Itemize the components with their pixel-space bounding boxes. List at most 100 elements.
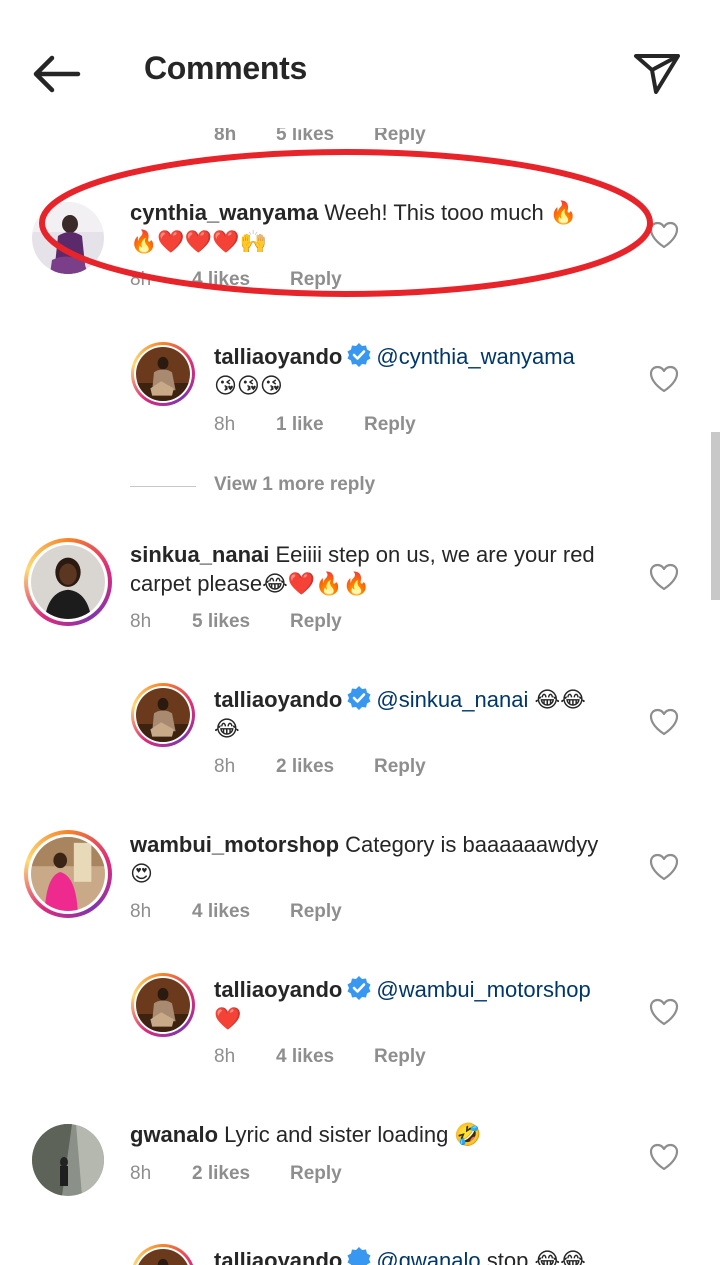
comment-time: 8h <box>214 1046 236 1067</box>
comment: sinkua_nanai Eeiiii step on us, we are y… <box>0 538 720 638</box>
comment-username[interactable]: gwanalo <box>130 1122 218 1147</box>
comment: wambui_motorshop Category is baaaaaawdyy… <box>0 828 720 928</box>
paper-plane-icon <box>634 54 680 94</box>
comment-mention[interactable]: @cynthia_wanyama <box>376 344 574 369</box>
comment: cynthia_wanyama Weeh! This tooo much 🔥 🔥… <box>0 196 720 296</box>
reply-button[interactable]: Reply <box>290 269 342 291</box>
like-button[interactable] <box>648 852 680 882</box>
comment-mention[interactable]: @wambui_motorshop <box>376 977 590 1002</box>
comment-text: Eeiiii step on us, we are your red <box>269 542 595 567</box>
comment-likes[interactable]: 4 likes <box>276 1046 334 1068</box>
comment-time: 8h <box>214 414 236 435</box>
avatar-image <box>32 1124 104 1196</box>
avatar-image <box>32 202 104 274</box>
avatar-image <box>136 1249 190 1265</box>
comment-username[interactable]: sinkua_nanai <box>130 542 269 567</box>
heart-outline-icon <box>649 853 679 881</box>
heart-outline-icon <box>649 1143 679 1171</box>
reply-button[interactable]: Reply <box>364 414 416 436</box>
partial-meta-row: 8h 5 likes Reply <box>0 128 720 148</box>
comment-username[interactable]: wambui_motorshop <box>130 832 339 857</box>
comment-text-line2: ❤️ <box>214 1006 242 1031</box>
verified-badge-icon <box>346 975 372 1001</box>
arrow-left-icon <box>33 55 81 93</box>
comment-username[interactable]: cynthia_wanyama <box>130 200 318 225</box>
avatar[interactable] <box>131 342 195 406</box>
reply-button[interactable]: Reply <box>374 128 426 146</box>
heart-outline-icon <box>649 563 679 591</box>
comment-text: Lyric and sister loading 🤣 <box>218 1122 482 1147</box>
heart-outline-icon <box>649 221 679 249</box>
reply-button[interactable]: Reply <box>290 1163 342 1185</box>
heart-outline-icon <box>649 998 679 1026</box>
divider-line <box>130 486 196 487</box>
avatar[interactable] <box>131 1244 195 1265</box>
comment-likes[interactable]: 4 likes <box>192 269 250 291</box>
avatar-image <box>31 837 105 911</box>
avatar[interactable] <box>131 973 195 1037</box>
reply-comment: talliaoyando @gwanalo stop 😂😂 <box>0 1244 720 1265</box>
comment-text: Category is baaaaaawdyy <box>339 832 599 857</box>
comment-text-line2: 🔥❤️❤️❤️🙌 <box>130 229 267 254</box>
avatar[interactable] <box>32 1124 104 1196</box>
comment-time: 8h <box>214 128 237 145</box>
comment-username[interactable]: talliaoyando <box>214 687 342 712</box>
comment-username[interactable]: talliaoyando <box>214 977 342 1002</box>
like-button[interactable] <box>648 707 680 737</box>
comment-text-line2: 😘😘😘 <box>214 373 283 398</box>
comment: gwanalo Lyric and sister loading 🤣 8h 2 … <box>0 1120 720 1210</box>
avatar[interactable] <box>24 830 112 918</box>
reply-comment: talliaoyando @cynthia_wanyama 😘😘😘 8h 1 li… <box>0 340 720 440</box>
avatar-image <box>31 545 105 619</box>
comment-text: Weeh! This tooo much 🔥 <box>318 200 578 225</box>
reply-comment: talliaoyando @sinkua_nanai 😂😂 😂 8h 2 like… <box>0 683 720 783</box>
comment-time: 8h <box>130 611 152 632</box>
comment-text-line2: 😂 <box>214 716 240 741</box>
scrollbar[interactable] <box>711 432 720 600</box>
comment-mention[interactable]: @gwanalo <box>376 1248 480 1265</box>
view-more-label[interactable]: View 1 more reply <box>214 474 375 496</box>
avatar[interactable] <box>32 202 104 274</box>
comment-likes[interactable]: 5 likes <box>276 128 334 146</box>
comment-text: stop 😂😂 <box>480 1248 586 1265</box>
comment-likes[interactable]: 2 likes <box>276 756 334 778</box>
comment-likes[interactable]: 1 like <box>276 414 324 436</box>
comment-likes[interactable]: 2 likes <box>192 1163 250 1185</box>
like-button[interactable] <box>648 997 680 1027</box>
reply-button[interactable]: Reply <box>374 756 426 778</box>
avatar-image <box>136 688 190 742</box>
verified-badge-icon <box>346 1246 372 1265</box>
comment-time: 8h <box>130 901 152 922</box>
comment-likes[interactable]: 5 likes <box>192 611 250 633</box>
avatar[interactable] <box>131 683 195 747</box>
like-button[interactable] <box>648 364 680 394</box>
header-bar: Comments <box>0 0 720 128</box>
comment-time: 8h <box>130 269 152 290</box>
comment-text-line2: carpet please😂❤️🔥🔥 <box>130 571 370 596</box>
comment-time: 8h <box>130 1163 152 1184</box>
verified-badge-icon <box>346 685 372 711</box>
page-title: Comments <box>144 50 307 86</box>
avatar[interactable] <box>24 538 112 626</box>
comment-text: 😂😂 <box>528 687 586 712</box>
comment-mention[interactable]: @sinkua_nanai <box>376 687 528 712</box>
reply-button[interactable]: Reply <box>290 901 342 923</box>
back-button[interactable] <box>26 46 86 100</box>
avatar-image <box>136 347 190 401</box>
comment-time: 8h <box>214 756 236 777</box>
comment-username[interactable]: talliaoyando <box>214 344 342 369</box>
comment-likes[interactable]: 4 likes <box>192 901 250 923</box>
verified-badge-icon <box>346 342 372 368</box>
reply-button[interactable]: Reply <box>374 1046 426 1068</box>
heart-outline-icon <box>649 708 679 736</box>
reply-button[interactable]: Reply <box>290 611 342 633</box>
like-button[interactable] <box>648 562 680 592</box>
like-button[interactable] <box>648 220 680 250</box>
avatar-image <box>136 978 190 1032</box>
comment-text-line2: 😍 <box>130 861 153 886</box>
share-button[interactable] <box>628 44 688 100</box>
reply-comment: talliaoyando @wambui_motorshop ❤️ 8h 4 li… <box>0 973 720 1073</box>
comment-username[interactable]: talliaoyando <box>214 1248 342 1265</box>
like-button[interactable] <box>648 1142 680 1172</box>
heart-outline-icon <box>649 365 679 393</box>
